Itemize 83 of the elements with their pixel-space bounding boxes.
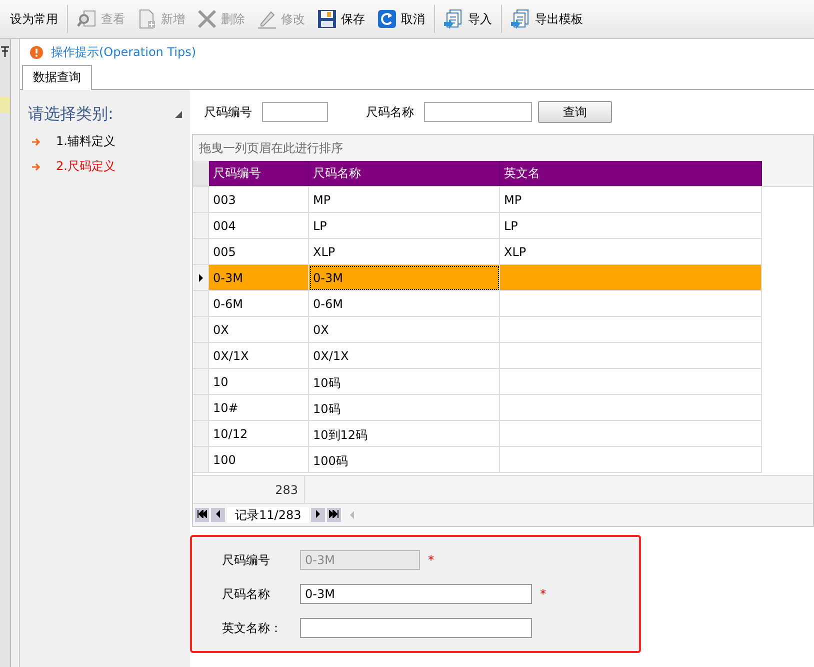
previous-button[interactable]: [211, 508, 225, 522]
input-field[interactable]: [300, 618, 532, 638]
table-cell: XLP: [313, 245, 336, 259]
table-cell: MP: [504, 193, 522, 207]
record-counter: 记录11/283: [227, 507, 310, 523]
table-row[interactable]: 10# 10码: [193, 395, 813, 421]
table-cell: 0-6M: [313, 297, 343, 311]
table-row[interactable]: 0X 0X: [193, 317, 813, 343]
table-row[interactable]: 004 LP LP: [193, 213, 813, 239]
table-row[interactable]: 10/12 10到12码: [193, 421, 813, 447]
table-cell: 0-6M: [213, 297, 243, 311]
next-button[interactable]: [311, 508, 326, 522]
row-pointer-icon: [198, 274, 202, 282]
table-cell: 10/12: [213, 427, 248, 441]
toolbar-button[interactable]: 设为常用: [4, 4, 64, 34]
table-row[interactable]: 100 100码: [193, 447, 813, 473]
table-cell: 100码: [313, 454, 348, 468]
first-button[interactable]: [195, 508, 209, 522]
table-cell: 100: [213, 453, 236, 467]
table-cell: XLP: [504, 245, 526, 259]
column-header[interactable]: 英文名: [500, 161, 762, 186]
table-row[interactable]: 0-6M 0-6M: [193, 291, 813, 317]
table-cell: LP: [313, 219, 327, 233]
corner-icon: [175, 111, 182, 118]
selected-strip-item[interactable]: [0, 97, 10, 113]
scroll-left-icon: [349, 511, 356, 519]
table-cell: MP: [313, 193, 331, 207]
last-button[interactable]: [327, 508, 342, 522]
table-row[interactable]: 005 XLP XLP: [193, 239, 813, 265]
toolbar-button[interactable]: 保存: [311, 4, 371, 34]
search-field[interactable]: [262, 102, 328, 122]
column-header[interactable]: 尺码名称: [309, 161, 500, 186]
field-label: 尺码编号: [222, 552, 271, 568]
close-icon: [197, 9, 217, 29]
pin-icon: [1, 45, 9, 57]
table-cell: 0X/1X: [213, 349, 249, 363]
table-cell: 003: [213, 193, 236, 207]
table-row[interactable]: 0X/1X 0X/1X: [193, 343, 813, 369]
new-document-icon: [137, 9, 157, 29]
required-mark: *: [428, 553, 434, 567]
table-cell: 10#: [213, 401, 238, 415]
search-label: 尺码名称: [366, 104, 414, 120]
table-cell: 0X: [313, 323, 329, 337]
search-field[interactable]: [424, 102, 532, 122]
arrow-icon: [32, 162, 42, 172]
toolbar-button[interactable]: 导出模板: [505, 4, 589, 34]
column-header[interactable]: 尺码编号: [209, 161, 309, 186]
field-label: 尺码名称: [222, 586, 271, 602]
table-cell: 10码: [313, 376, 340, 390]
table-row[interactable]: 0-3M 0-3M: [193, 265, 813, 291]
category-item[interactable]: 1.辅料定义: [20, 125, 190, 150]
group-hint: 拖曳一列页眉在此进行排序: [199, 140, 343, 156]
table-cell: LP: [504, 219, 518, 233]
documents-icon: [444, 9, 464, 29]
search-label: 尺码编号: [204, 104, 252, 120]
table-row[interactable]: 10 10码: [193, 369, 813, 395]
category-item[interactable]: 2.尺码定义: [20, 150, 190, 175]
pencil-icon: [257, 9, 277, 29]
refresh-icon: [377, 9, 397, 29]
category-title: 请选择类别:: [28, 104, 114, 125]
toolbar-button[interactable]: 取消: [371, 4, 431, 34]
tip-link[interactable]: 操作提示(Operation Tips): [51, 44, 196, 60]
input-field[interactable]: 0-3M: [300, 584, 532, 604]
row-header[interactable]: [193, 265, 209, 291]
table-cell: 10到12码: [313, 428, 368, 442]
table-cell: 10: [213, 375, 228, 389]
field-label: 英文名称：: [222, 620, 283, 636]
table-cell: 10码: [313, 402, 340, 416]
table-cell: 0-3M: [313, 271, 343, 285]
table-cell: 0X/1X: [313, 349, 349, 363]
table-cell: 0-3M: [213, 271, 243, 285]
table-cell: 004: [213, 219, 236, 233]
required-mark: *: [540, 587, 546, 601]
table-cell: 005: [213, 245, 236, 259]
table-cell: 0X: [213, 323, 229, 337]
table-row[interactable]: 003 MP MP: [193, 187, 813, 213]
warning-icon: [30, 46, 43, 58]
magnifier-icon: [77, 9, 97, 29]
documents-icon: [511, 9, 531, 29]
query-button[interactable]: 查询: [538, 101, 612, 123]
arrow-icon: [32, 136, 42, 146]
tab[interactable]: 数据查询: [22, 65, 92, 90]
toolbar-button[interactable]: 导入: [438, 4, 498, 34]
